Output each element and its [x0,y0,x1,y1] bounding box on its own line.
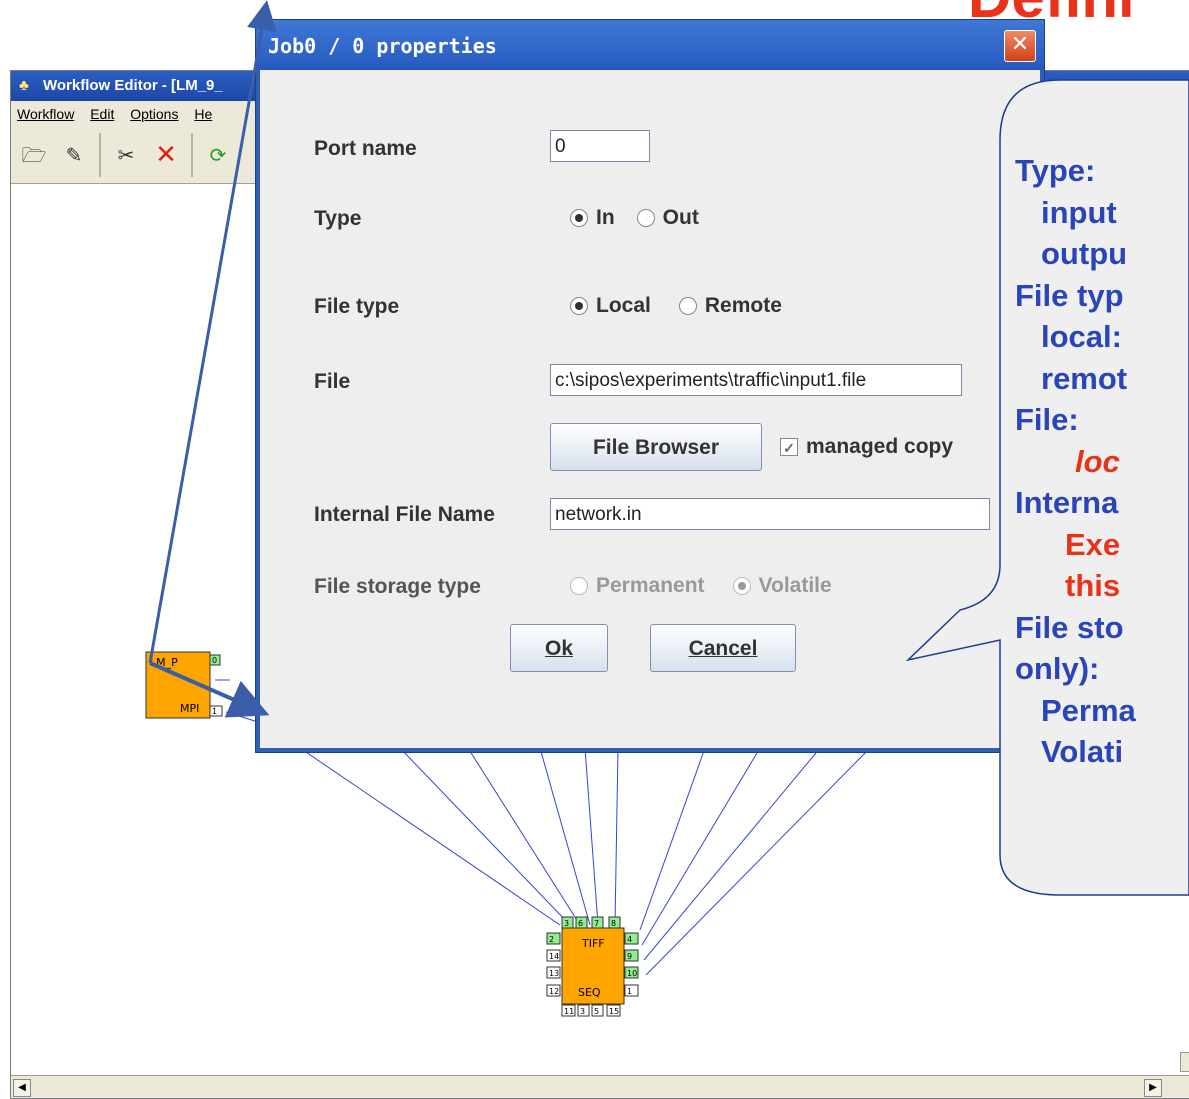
callout-line: this [1065,568,1121,603]
callout-text: Type: input outpu File typ local: remot … [1015,150,1136,773]
callout-line: loc [1075,443,1120,479]
callout-line: File: [1015,402,1079,437]
callout-line: Interna [1015,485,1119,520]
callout-line: File sto [1015,609,1124,645]
callout-line: outpu [1041,236,1128,271]
callout-line: only): [1015,651,1100,686]
callout-line: File typ [1015,277,1124,313]
callout-line: Type: [1015,153,1096,188]
callout-line: Perma [1041,692,1136,728]
callout-line: Exe [1065,526,1121,562]
callout-line: input [1041,194,1117,230]
callout-bubble [905,79,1189,896]
callout-line: local: [1041,319,1122,354]
callout-line: Volati [1041,734,1124,769]
vertical-scrollbar[interactable] [1180,1052,1189,1072]
callout-line: remot [1041,360,1128,396]
